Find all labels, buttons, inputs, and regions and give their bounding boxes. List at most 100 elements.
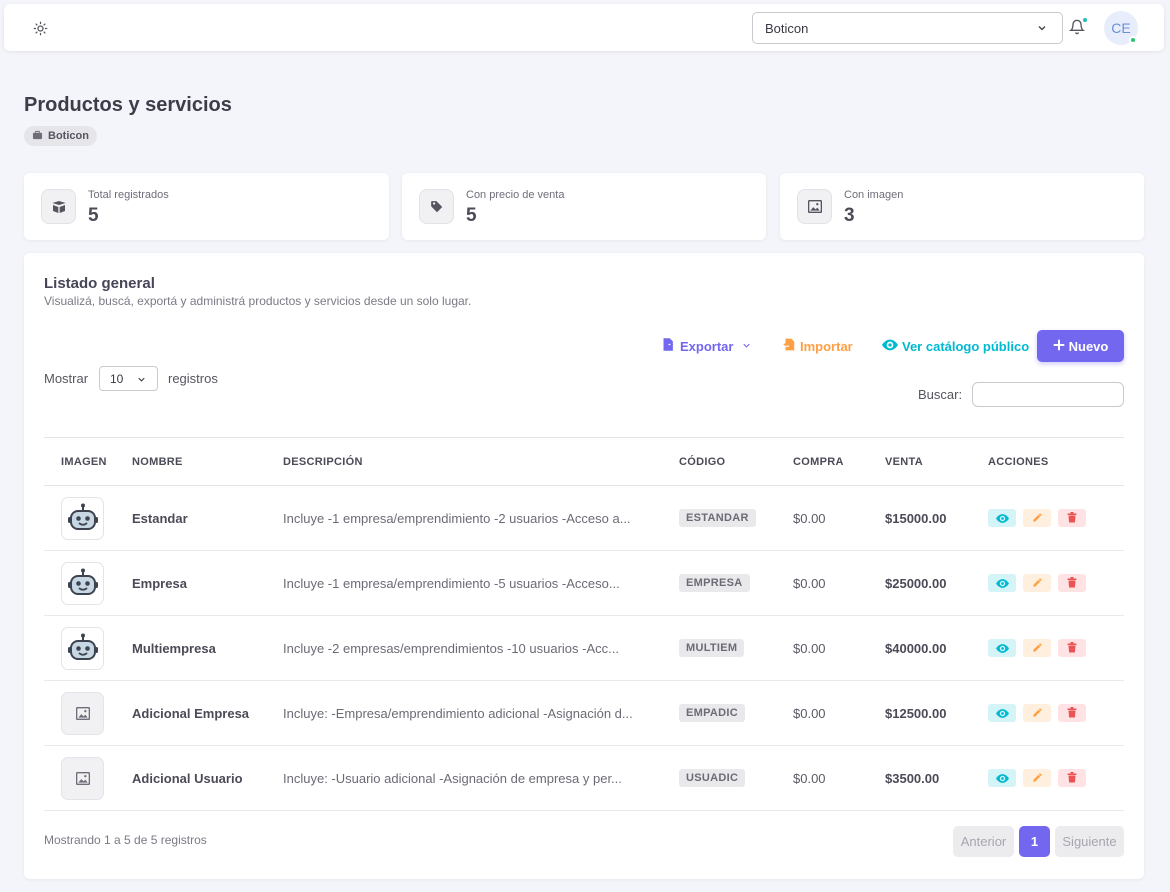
product-description: Incluye -1 empresa/emprendimiento -2 usu… [283,510,631,526]
image-cell [44,681,132,746]
import-button[interactable]: Importar [782,330,853,362]
pencil-icon [1032,576,1043,591]
view-button[interactable] [988,769,1016,787]
table-row: Adicional Empresa Incluye: -Empresa/empre… [44,681,1124,746]
edit-button[interactable] [1023,574,1051,592]
trash-icon [1067,576,1077,591]
product-name: Estandar [132,510,188,526]
public-catalog-button[interactable]: Ver catálogo público [882,330,1029,362]
trash-icon [1067,511,1077,526]
notification-dot [1082,17,1088,23]
product-name: Adicional Empresa [132,705,250,721]
file-import-icon [782,337,796,355]
new-product-button[interactable]: Nuevo [1037,330,1124,362]
delete-button[interactable] [1058,574,1086,592]
stat-value: 5 [88,205,99,226]
code-badge: EMPRESA [679,574,750,592]
stat-card-with-image: Con imagen 3 [780,173,1144,240]
view-button[interactable] [988,704,1016,722]
chevron-down-icon [1036,22,1048,37]
column-header-sale[interactable]: VENTA [885,438,988,486]
column-header-description[interactable]: DESCRIPCIÓN [283,438,679,486]
sale-price: $12500.00 [885,705,947,721]
top-navbar: Boticon CE [4,4,1164,51]
chevron-down-icon [741,339,752,354]
edit-button[interactable] [1023,769,1051,787]
view-button[interactable] [988,639,1016,657]
business-badge-label: Boticon [48,130,89,142]
product-name: Multiempresa [132,640,216,656]
image-cell [44,616,132,681]
table-row: Adicional Usuario Incluye: -Usuario adici… [44,746,1124,811]
product-name: Adicional Usuario [132,770,243,786]
stat-label: Total registrados [88,189,169,201]
eye-icon [882,339,898,354]
records-label: registros [168,371,218,386]
purchase-price: $0.00 [793,640,826,656]
column-header-image[interactable]: IMAGEN [44,438,132,486]
trash-icon [1067,641,1077,656]
eye-icon [995,641,1009,656]
pagination-page-1[interactable]: 1 [1019,826,1050,857]
pencil-icon [1032,511,1043,526]
box-icon [41,189,76,224]
company-select[interactable]: Boticon [752,12,1063,44]
search-input[interactable] [972,382,1124,407]
column-header-code[interactable]: CÓDIGO [679,438,793,486]
export-label: Exportar [680,338,734,354]
eye-icon [995,576,1009,591]
edit-button[interactable] [1023,639,1051,657]
column-header-name[interactable]: NOMBRE [132,438,283,486]
stat-card-total: Total registrados 5 [24,173,389,240]
export-button[interactable]: Exportar [661,330,752,362]
page-size-select[interactable]: 10 [99,366,158,391]
delete-button[interactable] [1058,704,1086,722]
actions-cell [988,616,1124,681]
show-label: Mostrar [44,371,89,386]
column-header-actions: ACCIONES [988,455,1049,468]
eye-icon [995,771,1009,786]
code-badge: ESTANDAR [679,509,756,527]
actions-cell [988,551,1124,616]
delete-button[interactable] [1058,639,1086,657]
pagination-info: Mostrando 1 a 5 de 5 registros [44,833,207,847]
eye-icon [995,706,1009,721]
public-catalog-label: Ver catálogo público [902,338,1030,354]
stat-label: Con precio de venta [466,189,565,201]
import-label: Importar [800,338,853,354]
plus-icon [1053,339,1065,354]
pencil-icon [1032,771,1043,786]
stat-value: 3 [844,205,855,226]
view-button[interactable] [988,574,1016,592]
pagination-previous-button[interactable]: Anterior [953,826,1014,857]
view-button[interactable] [988,509,1016,527]
code-cell: EMPRESA [679,551,793,616]
purchase-price: $0.00 [793,575,826,591]
sun-icon[interactable] [30,18,50,38]
edit-button[interactable] [1023,704,1051,722]
notifications-bell-icon[interactable] [1068,17,1088,38]
delete-button[interactable] [1058,769,1086,787]
code-cell: ESTANDAR [679,486,793,551]
column-header-purchase[interactable]: COMPRA [793,438,885,486]
image-cell [44,486,132,551]
tag-icon [419,189,454,224]
sale-price: $3500.00 [885,770,940,786]
sale-price: $25000.00 [885,575,947,591]
table-row: Multiempresa Incluye -2 empresas/emprendi… [44,616,1124,681]
pagination-next-button[interactable]: Siguiente [1055,826,1124,857]
user-avatar[interactable]: CE [1104,11,1138,45]
search-label: Buscar: [918,387,963,402]
image-cell [44,551,132,616]
page-size-value: 10 [110,371,124,386]
code-cell: EMPADIC [679,681,793,746]
delete-button[interactable] [1058,509,1086,527]
edit-button[interactable] [1023,509,1051,527]
products-table: IMAGEN NOMBRE DESCRIPCIÓN CÓDIGO COMPRA … [44,437,1124,811]
code-badge: USUADIC [679,769,746,787]
purchase-price: $0.00 [793,770,826,786]
image-placeholder-icon [61,756,104,800]
product-name: Empresa [132,575,187,591]
trash-icon [1067,706,1077,721]
product-description: Incluye -2 empresas/emprendimientos -10 … [283,640,619,656]
